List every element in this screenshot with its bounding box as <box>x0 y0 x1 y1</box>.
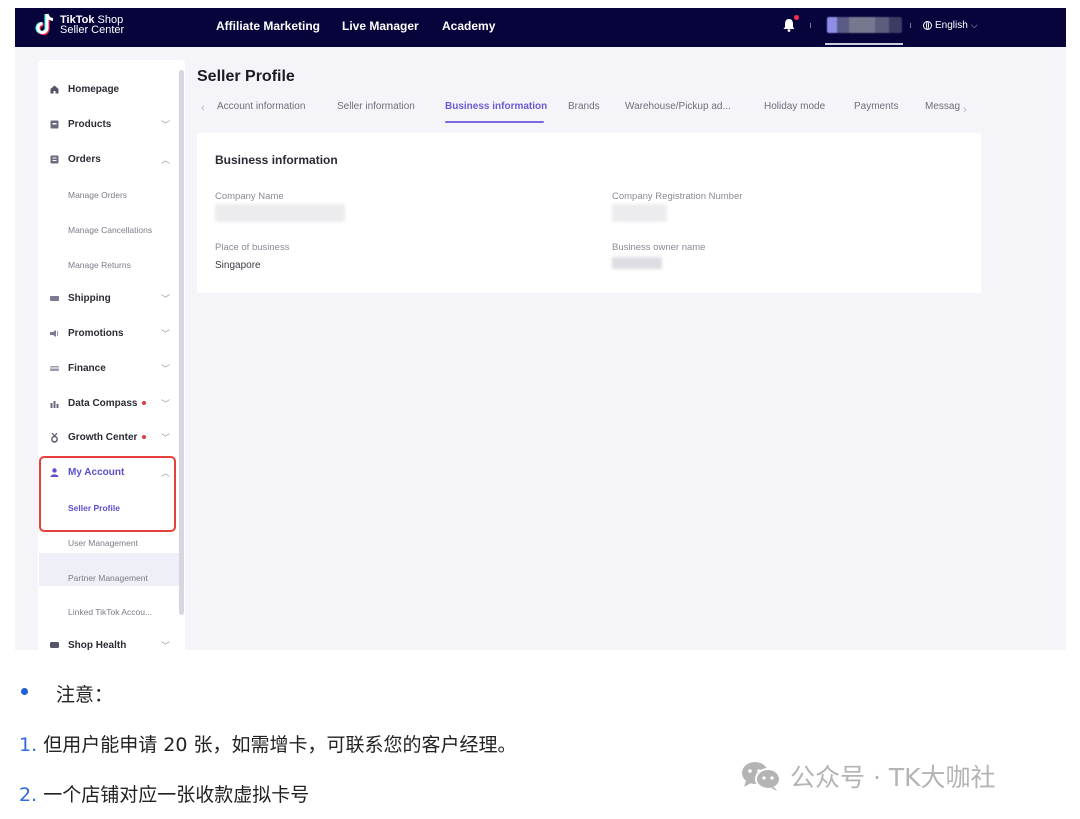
sidebar-item-data-compass[interactable]: Data Compass ﹀ <box>50 393 170 413</box>
brand-subtitle: Seller Center <box>60 24 125 36</box>
wechat-icon <box>740 760 782 792</box>
business-owner-name-label: Business owner name <box>612 242 706 253</box>
chevron-down-icon: ﹀ <box>160 364 170 374</box>
business-owner-name-value <box>612 257 662 269</box>
sidebar-item-finance[interactable]: Finance ﹀ <box>50 358 170 378</box>
list-item: 2. 一个店铺对应一张收款虚拟卡号 <box>19 780 309 807</box>
screenshot-frame: TikTok Shop Seller Center Affiliate Mark… <box>15 8 1066 650</box>
sidebar-item-label: Products <box>68 118 112 130</box>
sidebar-item-homepage[interactable]: Homepage <box>50 79 170 99</box>
divider <box>910 23 911 28</box>
tab-warehouse-pickup-address[interactable]: Warehouse/Pickup ad... <box>625 101 731 112</box>
active-tab-indicator <box>445 121 544 123</box>
company-name-label: Company Name <box>215 191 284 202</box>
sidebar-subitem-linked-tiktok-account[interactable]: Linked TikTok Accou... <box>68 607 152 617</box>
badge-dot <box>142 435 147 439</box>
chevron-down-icon: ﹀ <box>160 433 170 443</box>
home-icon <box>50 85 59 94</box>
annotation-highlight-box <box>39 456 176 532</box>
tabs-scroll-left-icon[interactable]: ‹ <box>201 102 205 114</box>
tab-seller-information[interactable]: Seller information <box>337 101 415 112</box>
list-text: 一个店铺对应一张收款虚拟卡号 <box>43 784 310 806</box>
sidebar-item-promotions[interactable]: Promotions ﹀ <box>50 323 170 343</box>
note-heading: 注意： <box>56 684 114 706</box>
orders-icon <box>50 155 59 164</box>
chevron-down-icon: ﹀ <box>160 329 170 339</box>
sidebar-item-growth-center[interactable]: Growth Center ﹀ <box>50 427 170 447</box>
sidebar-item-label: Shop Health <box>68 639 127 651</box>
chevron-down-icon: ﹀ <box>160 399 170 409</box>
globe-icon <box>923 21 932 30</box>
list-number: 1. <box>19 734 38 756</box>
truck-icon <box>50 294 59 303</box>
company-registration-number-label: Company Registration Number <box>612 191 743 202</box>
tab-holiday-mode[interactable]: Holiday mode <box>764 101 825 112</box>
list-text: 但用户能申请 20 张，如需增卡，可联系您的客户经理。 <box>43 734 517 756</box>
chevron-down-icon: ﹀ <box>160 120 170 130</box>
watermark-text: 公众号 · TK大咖社 <box>790 763 996 792</box>
tiktok-shop-logo[interactable]: TikTok Shop Seller Center <box>35 12 124 38</box>
page-title: Seller Profile <box>197 68 295 85</box>
top-navbar: TikTok Shop Seller Center Affiliate Mark… <box>15 8 1066 47</box>
bullet-dot <box>21 688 28 695</box>
place-of-business-label: Place of business <box>215 242 290 253</box>
nav-affiliate-marketing[interactable]: Affiliate Marketing <box>216 19 320 33</box>
products-icon <box>50 120 59 129</box>
badge-dot <box>142 401 147 405</box>
sidebar-subitem-manage-returns[interactable]: Manage Returns <box>68 260 131 270</box>
chevron-down-icon: ⌵ <box>970 20 978 30</box>
list-item: 1. 但用户能申请 20 张，如需增卡，可联系您的客户经理。 <box>19 730 516 757</box>
tiktok-logo-icon <box>35 12 57 38</box>
place-of-business-value: Singapore <box>215 260 261 271</box>
sidebar-subitem-user-management[interactable]: User Management <box>68 538 138 548</box>
language-selector[interactable]: English ⌵ <box>923 20 978 31</box>
sidebar-item-label: Growth Center <box>68 431 138 443</box>
sidebar-subitem-manage-orders[interactable]: Manage Orders <box>68 190 127 200</box>
nav-live-manager[interactable]: Live Manager <box>342 19 419 33</box>
sidebar-item-shop-health[interactable]: Shop Health ﹀ <box>50 635 170 650</box>
notification-bell-icon[interactable] <box>783 18 795 32</box>
bar-chart-icon <box>50 399 59 408</box>
divider <box>810 23 811 28</box>
tab-business-information[interactable]: Business information <box>445 101 547 112</box>
account-menu[interactable] <box>827 17 902 33</box>
tab-payments[interactable]: Payments <box>854 101 898 112</box>
watermark: 公众号 · TK大咖社 <box>740 758 996 794</box>
sidebar-item-label: Promotions <box>68 327 124 339</box>
sidebar-item-products[interactable]: Products ﹀ <box>50 114 170 134</box>
medal-icon <box>50 432 59 443</box>
account-underline <box>825 43 903 45</box>
language-label: English <box>935 20 968 31</box>
sidebar-item-label: Shipping <box>68 292 111 304</box>
tab-brands[interactable]: Brands <box>568 101 600 112</box>
sidebar-scrollbar[interactable] <box>179 70 184 615</box>
company-registration-number-value <box>612 204 667 222</box>
chevron-down-icon: ﹀ <box>160 294 170 304</box>
sidebar-subitem-partner-management[interactable]: Partner Management <box>68 573 148 583</box>
tabs-scroll-right-icon[interactable]: › <box>963 104 967 116</box>
sidebar-item-label: Orders <box>68 153 101 165</box>
sidebar-item-label: Homepage <box>68 83 120 95</box>
card-title: Business information <box>215 153 338 167</box>
notification-badge <box>794 15 799 20</box>
sidebar-item-shipping[interactable]: Shipping ﹀ <box>50 288 170 308</box>
health-icon <box>50 641 59 650</box>
chevron-up-icon: ︿ <box>160 155 170 165</box>
list-number: 2. <box>19 784 38 806</box>
card-icon <box>50 364 59 373</box>
tab-messages[interactable]: Messag <box>925 101 963 112</box>
tab-account-information[interactable]: Account information <box>217 101 305 112</box>
sidebar-subitem-manage-cancellations[interactable]: Manage Cancellations <box>68 225 152 235</box>
sidebar-item-orders[interactable]: Orders ︿ <box>50 149 170 169</box>
business-information-card: Business information Company Name Compan… <box>197 133 981 293</box>
profile-tabs: ‹ Account information Seller information… <box>197 99 977 123</box>
sidebar-item-label: Finance <box>68 362 106 374</box>
chevron-down-icon: ﹀ <box>160 641 170 650</box>
company-name-value <box>215 204 345 222</box>
nav-academy[interactable]: Academy <box>442 19 495 33</box>
article-notes: 注意： 1. 但用户能申请 20 张，如需增卡，可联系您的客户经理。 2. 一个… <box>0 660 1080 819</box>
sidebar: Homepage Products ﹀ Orders ︿ Manage Orde… <box>38 60 185 650</box>
megaphone-icon <box>50 329 59 338</box>
sidebar-item-label: Data Compass <box>68 397 138 409</box>
